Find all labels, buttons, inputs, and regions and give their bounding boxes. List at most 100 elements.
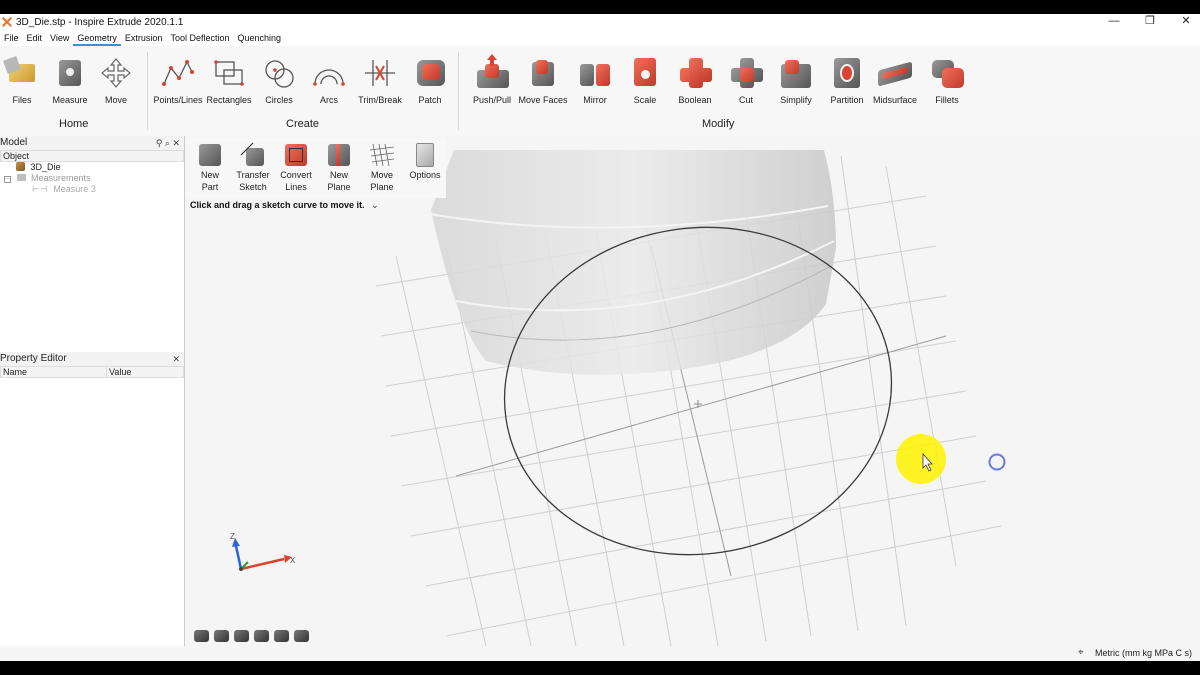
- push-pull-icon: [475, 54, 509, 90]
- app-window: 3D_Die.stp - Inspire Extrude 2020.1.1 — …: [0, 14, 1200, 661]
- model-panel-controls[interactable]: ⚲ ⌕ ✕: [156, 136, 180, 150]
- view-cube-icon[interactable]: [214, 630, 229, 642]
- crosshair-icon[interactable]: ⌖: [1078, 647, 1084, 658]
- 3d-viewport[interactable]: Z X: [186, 136, 1200, 661]
- move-faces-tool[interactable]: Move Faces: [515, 56, 571, 105]
- trim-break-icon: [363, 56, 397, 90]
- simplify-tool[interactable]: Simplify: [768, 56, 824, 105]
- name-column-header[interactable]: Name: [1, 367, 107, 377]
- folder-icon: [16, 174, 26, 181]
- scale-icon: [628, 56, 662, 90]
- new-part-tool[interactable]: New Part: [189, 142, 231, 192]
- new-plane-icon: [326, 142, 352, 168]
- circle-center-mark: [694, 400, 702, 408]
- move-plane-grid-icon: [369, 142, 395, 168]
- move-tool[interactable]: Move: [88, 56, 144, 105]
- midsurface-icon: [878, 56, 912, 90]
- mirror-icon: [578, 56, 612, 90]
- status-bar: ⌖ Metric (mm kg MPa C s): [0, 646, 1200, 661]
- chevron-down-icon[interactable]: ⌄: [371, 200, 379, 210]
- group-label-home: Home: [59, 118, 89, 130]
- minimize-button[interactable]: —: [1104, 14, 1124, 30]
- x-axis-label: X: [290, 556, 296, 565]
- scene-canvas[interactable]: [186, 136, 1200, 661]
- convert-lines-tool[interactable]: Convert Lines: [275, 142, 317, 192]
- tree-item-3d-die[interactable]: 3D_Die: [0, 162, 184, 173]
- axis-triad: [232, 538, 292, 571]
- boolean-tool[interactable]: Boolean: [667, 56, 723, 105]
- menu-tool-deflection[interactable]: Tool Deflection: [166, 30, 233, 46]
- target-ring-icon: [988, 453, 1006, 471]
- view-grid-icon[interactable]: [254, 630, 269, 642]
- menu-file[interactable]: File: [0, 30, 23, 46]
- cut-icon: [729, 56, 763, 90]
- ribbon-separator: [458, 52, 459, 130]
- options-list-icon: [412, 142, 438, 168]
- group-label-modify: Modify: [702, 118, 735, 130]
- collapse-icon[interactable]: −: [4, 176, 11, 183]
- scale-tool[interactable]: Scale: [617, 56, 673, 105]
- transfer-sketch-tool[interactable]: Transfer Sketch: [232, 142, 274, 192]
- patch-tool[interactable]: Patch: [402, 56, 458, 105]
- sketch-toolbar: New Part Transfer Sketch Convert Lines N…: [186, 138, 446, 198]
- close-window-button[interactable]: ✕: [1176, 14, 1196, 30]
- model-browser-panel: Model ⚲ ⌕ ✕ Object 3D_Die − Measurements…: [0, 136, 185, 354]
- property-panel-header: Property Editor ✕: [0, 352, 184, 366]
- options-tool[interactable]: Options: [404, 142, 446, 180]
- measure-icon: [53, 56, 87, 90]
- title-bar: 3D_Die.stp - Inspire Extrude 2020.1.1 — …: [0, 14, 1200, 30]
- window-title: 3D_Die.stp - Inspire Extrude 2020.1.1: [16, 16, 184, 28]
- view-section-icon[interactable]: [234, 630, 249, 642]
- folder-icon: [3, 56, 39, 90]
- unit-system-selector[interactable]: Metric (mm kg MPa C s): [1095, 648, 1192, 658]
- value-column-header[interactable]: Value: [107, 367, 131, 377]
- menu-extrusion[interactable]: Extrusion: [121, 30, 167, 46]
- move-plane-tool[interactable]: Move Plane: [361, 142, 403, 192]
- view-shade-icon[interactable]: [294, 630, 309, 642]
- mirror-tool[interactable]: Mirror: [567, 56, 623, 105]
- view-orbit-icon[interactable]: [194, 630, 209, 642]
- measure-icon: ⊢⊣: [32, 184, 48, 194]
- rectangles-icon: [212, 56, 246, 90]
- rectangles-tool[interactable]: Rectangles: [201, 56, 257, 105]
- cut-tool[interactable]: Cut: [718, 56, 774, 105]
- move-arrows-icon: [99, 56, 133, 90]
- menu-bar: File Edit View Geometry Extrusion Tool D…: [0, 30, 1200, 46]
- die-part[interactable]: [417, 150, 836, 375]
- property-editor-panel: Property Editor ✕ Name Value: [0, 352, 185, 661]
- points-lines-tool[interactable]: Points/Lines: [150, 56, 206, 105]
- tree-item-measurements[interactable]: − Measurements: [0, 173, 184, 184]
- ribbon: Files Measure Move Home Points/Lines Rec…: [0, 46, 1200, 136]
- ribbon-separator: [147, 52, 148, 130]
- trim-break-tool[interactable]: Trim/Break: [352, 56, 408, 105]
- circles-tool[interactable]: Circles: [251, 56, 307, 105]
- part-icon: [16, 162, 25, 171]
- restore-button[interactable]: ❐: [1140, 14, 1160, 30]
- app-logo-icon: [2, 17, 12, 27]
- arcs-icon: [312, 56, 346, 90]
- simplify-icon: [779, 56, 813, 90]
- view-controls: [194, 630, 309, 642]
- menu-view[interactable]: View: [46, 30, 73, 46]
- object-column-header[interactable]: Object: [0, 150, 184, 162]
- push-pull-tool[interactable]: Push/Pull: [464, 54, 520, 105]
- tree-item-measure-3[interactable]: ⊢⊣ Measure 3: [0, 184, 184, 195]
- model-panel-title: Model: [0, 137, 28, 148]
- menu-quenching[interactable]: Quenching: [233, 30, 285, 46]
- zoom-icon[interactable]: [274, 630, 289, 642]
- midsurface-tool[interactable]: Midsurface: [867, 56, 923, 105]
- patch-icon: [413, 56, 447, 90]
- fillets-tool[interactable]: Fillets: [919, 56, 975, 105]
- transfer-sketch-icon: [240, 142, 266, 168]
- menu-geometry[interactable]: Geometry: [73, 30, 121, 46]
- property-column-headers: Name Value: [0, 366, 184, 378]
- menu-edit[interactable]: Edit: [23, 30, 47, 46]
- arcs-tool[interactable]: Arcs: [301, 56, 357, 105]
- property-panel-title: Property Editor: [0, 353, 67, 364]
- circles-icon: [262, 56, 296, 90]
- partition-icon: [830, 56, 864, 90]
- new-plane-tool[interactable]: New Plane: [318, 142, 360, 192]
- new-part-icon: [197, 142, 223, 168]
- points-lines-icon: [161, 56, 195, 90]
- close-icon[interactable]: ✕: [172, 352, 180, 366]
